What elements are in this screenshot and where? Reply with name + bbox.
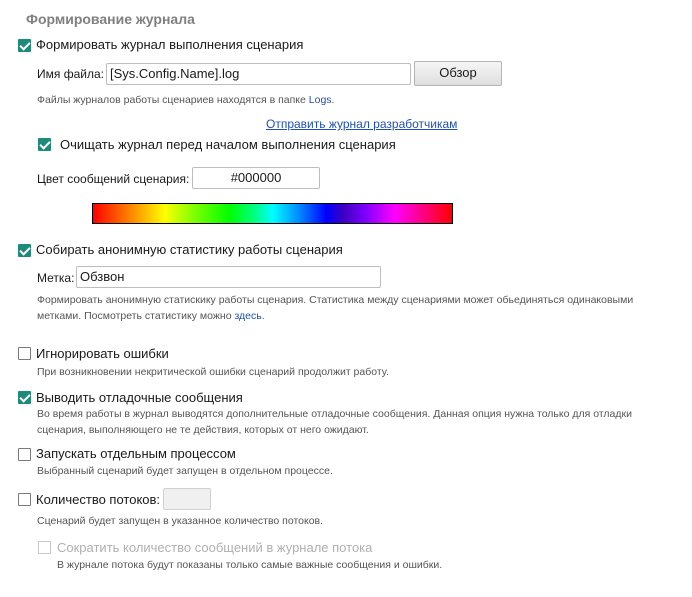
logs-folder-link[interactable]: Logs xyxy=(309,94,332,106)
message-color-input[interactable]: #000000 xyxy=(192,167,320,189)
stats-hint-line1: Формировать анонимную статискику работы … xyxy=(37,294,634,306)
separate-process-label[interactable]: Запускать отдельным процессом xyxy=(36,446,236,461)
stats-enable-label[interactable]: Собирать анонимную статистику работы сце… xyxy=(36,242,343,257)
debug-hint-line2: сценария, выполняющего не те действия, к… xyxy=(37,424,369,436)
browse-button[interactable]: Обзор xyxy=(414,61,502,86)
separate-process-checkbox[interactable] xyxy=(18,448,31,461)
threads-checkbox[interactable] xyxy=(18,493,31,506)
ignore-errors-checkbox[interactable] xyxy=(18,347,31,360)
debug-messages-checkbox[interactable] xyxy=(18,391,31,404)
ignore-errors-hint: При возникновении некритической ошибки с… xyxy=(37,366,389,378)
clear-log-checkbox[interactable] xyxy=(38,138,51,151)
stats-hint-line2: метками. Посмотреть статистику можно зде… xyxy=(37,308,687,324)
log-enable-label[interactable]: Формировать журнал выполнения сценария xyxy=(36,37,303,52)
reduce-messages-hint: В журнале потока будут показаны только с… xyxy=(57,559,443,571)
separate-process-hint: Выбранный сценарий будет запущен в отдел… xyxy=(37,465,333,477)
clear-log-label[interactable]: Очищать журнал перед началом выполнения … xyxy=(60,137,396,152)
stats-hint-line2-suffix: . xyxy=(261,310,265,322)
stats-hint: Формировать анонимную статискику работы … xyxy=(37,292,687,324)
ignore-errors-label[interactable]: Игнорировать ошибки xyxy=(36,346,169,361)
log-enable-checkbox[interactable] xyxy=(18,39,31,52)
debug-messages-hint: Во время работы в журнал выводятся допол… xyxy=(37,406,687,438)
reduce-messages-label[interactable]: Сократить количество сообщений в журнале… xyxy=(57,540,372,555)
message-color-label: Цвет сообщений сценария: xyxy=(37,172,190,186)
log-folder-hint-text: Файлы журналов работы сценариев находятс… xyxy=(37,94,309,106)
stats-view-link[interactable]: здесь xyxy=(234,310,261,322)
debug-hint-line1: Во время работы в журнал выводятся допол… xyxy=(37,408,632,420)
log-folder-hint: Файлы журналов работы сценариев находятс… xyxy=(37,92,334,108)
stats-enable-checkbox[interactable] xyxy=(18,244,31,257)
send-log-link[interactable]: Отправить журнал разработчикам xyxy=(266,117,457,131)
stats-hint-line2-text: метками. Посмотреть статистику можно xyxy=(37,310,235,322)
section-title: Формирование журнала xyxy=(26,11,195,27)
log-folder-hint-suffix: . xyxy=(331,94,335,106)
file-name-input[interactable]: [Sys.Config.Name].log xyxy=(106,63,411,85)
tag-input[interactable]: Обзвон xyxy=(76,266,381,288)
color-spectrum-picker[interactable] xyxy=(92,203,453,224)
debug-messages-label[interactable]: Выводить отладочные сообщения xyxy=(36,390,243,405)
threads-label[interactable]: Количество потоков: xyxy=(36,492,160,507)
reduce-messages-checkbox[interactable] xyxy=(38,541,51,554)
threads-hint: Сценарий будет запущен в указанное колич… xyxy=(37,515,324,527)
tag-label: Метка: xyxy=(37,271,75,285)
threads-count-input[interactable] xyxy=(163,488,211,510)
file-name-label: Имя файла: xyxy=(37,67,104,81)
